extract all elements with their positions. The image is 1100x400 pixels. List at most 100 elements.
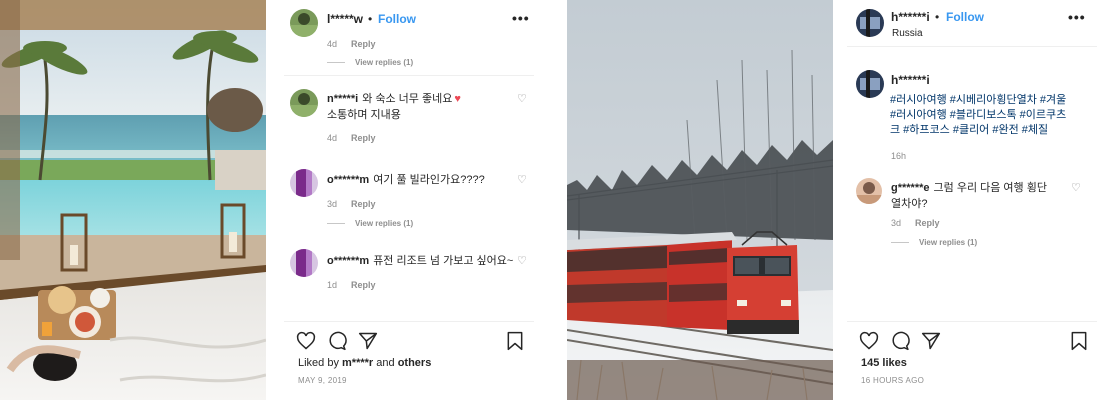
post-image-resort[interactable] — [0, 0, 266, 400]
resort-photo — [0, 0, 266, 400]
divider — [847, 46, 1097, 47]
post-location[interactable]: Russia — [892, 28, 923, 39]
view-replies-label: View replies (1) — [355, 219, 414, 228]
comment-text: g******e 그럼 우리 다음 여행 횡단 열차야? — [891, 180, 1056, 212]
separator-dot: • — [368, 12, 373, 26]
like-comment-heart-icon[interactable]: ♡ — [517, 92, 527, 105]
comment-meta: 1d Reply — [327, 280, 376, 290]
comment-text: o******m 퓨전 리조트 넘 가보고 싶어요~ — [327, 253, 517, 269]
like-comment-heart-icon[interactable]: ♡ — [1071, 181, 1081, 194]
comment-text: o******m 여기 풀 빌라인가요???? — [327, 172, 507, 188]
post-date: MAY 9, 2019 — [298, 376, 347, 385]
reply-button[interactable]: Reply — [351, 199, 376, 209]
comment-username[interactable]: g******e — [891, 182, 930, 194]
replies-line — [891, 242, 909, 244]
comment-time: 4d — [327, 133, 338, 143]
comment-meta: 4d Reply — [327, 133, 376, 143]
reply-button[interactable]: Reply — [351, 39, 376, 49]
post-date: 16 HOURS AGO — [861, 376, 925, 385]
train-photo — [567, 0, 833, 400]
post-panel-right: h******i • Follow Russia ••• h******i #러… — [833, 0, 1100, 400]
post-author-username[interactable]: h******i — [891, 10, 930, 24]
red-heart-emoji: ♥ — [454, 93, 461, 105]
comment-time: 3d — [891, 218, 902, 228]
avatar-image — [290, 249, 318, 277]
liked-by-and: and — [373, 357, 398, 369]
save-button[interactable] — [505, 331, 525, 356]
comment-username[interactable]: o******m — [327, 174, 369, 186]
save-button[interactable] — [1069, 331, 1089, 356]
follow-button[interactable]: Follow — [378, 12, 416, 26]
comment-button[interactable] — [890, 331, 910, 356]
like-comment-heart-icon[interactable]: ♡ — [517, 254, 527, 267]
comment-time: 4d — [327, 39, 338, 49]
avatar[interactable] — [290, 9, 318, 37]
divider — [284, 75, 534, 76]
caption-hashtags[interactable]: #러시아여행 #시베리아횡단열차 #겨울 #러시아여행 #블라디보스톡 #이르쿠… — [890, 93, 1075, 138]
comment-username[interactable]: n*****i — [327, 93, 358, 105]
avatar-image — [856, 70, 884, 98]
post-panel-left: l*****w • Follow ••• 4d Reply View replie… — [266, 0, 550, 400]
comment-icon — [892, 331, 910, 351]
comment-meta: 4d Reply — [327, 39, 376, 49]
avatar[interactable] — [856, 70, 884, 98]
caption-username[interactable]: h******i — [891, 73, 930, 87]
comment-meta: 3d Reply — [891, 218, 940, 228]
view-replies-button[interactable]: View replies (1) — [891, 238, 977, 247]
divider — [847, 321, 1097, 322]
avatar[interactable] — [856, 178, 882, 204]
post-image-train[interactable] — [567, 0, 833, 400]
avatar[interactable] — [290, 249, 318, 277]
share-button[interactable] — [921, 331, 941, 356]
view-replies-label: View replies (1) — [919, 238, 978, 247]
replies-line — [327, 62, 345, 64]
comment-body: 여기 풀 빌라인가요???? — [373, 174, 485, 186]
share-icon — [921, 332, 941, 350]
reply-button[interactable]: Reply — [351, 280, 376, 290]
avatar-image — [290, 169, 318, 197]
separator-dot: • — [935, 10, 940, 24]
reply-button[interactable]: Reply — [915, 218, 940, 228]
heart-icon — [296, 331, 316, 350]
comment-time: 3d — [327, 199, 338, 209]
avatar[interactable] — [290, 89, 318, 117]
share-button[interactable] — [358, 331, 378, 356]
comment-button[interactable] — [327, 331, 347, 356]
liked-by-username[interactable]: m****r — [342, 357, 373, 369]
view-replies-button[interactable]: View replies (1) — [327, 58, 413, 67]
comment-time: 1d — [327, 280, 338, 290]
caption-time: 16h — [891, 151, 907, 161]
reply-button[interactable]: Reply — [351, 133, 376, 143]
heart-icon — [859, 331, 879, 350]
more-options-icon[interactable]: ••• — [512, 10, 530, 26]
avatar-image — [856, 178, 882, 204]
comment-body: 퓨전 리조트 넘 가보고 싶어요~ — [373, 255, 514, 267]
comment-body: 와 숙소 너무 좋네요 — [362, 93, 453, 105]
avatar-image — [290, 9, 318, 37]
like-button[interactable] — [296, 331, 316, 356]
post-author-username[interactable]: l*****w — [327, 12, 363, 26]
bookmark-icon — [507, 331, 523, 351]
bookmark-icon — [1071, 331, 1087, 351]
share-icon — [358, 332, 378, 350]
liked-by-others[interactable]: others — [398, 357, 432, 369]
comment-icon — [329, 331, 347, 351]
avatar-image — [856, 9, 884, 37]
replies-line — [327, 223, 345, 225]
avatar-image — [290, 89, 318, 117]
likes-count[interactable]: 145 likes — [861, 357, 907, 369]
avatar[interactable] — [290, 169, 318, 197]
comment-meta: 3d Reply — [327, 199, 376, 209]
like-button[interactable] — [859, 331, 879, 356]
comment-username[interactable]: o******m — [327, 255, 369, 267]
follow-button[interactable]: Follow — [946, 10, 984, 24]
avatar[interactable] — [856, 9, 884, 37]
view-replies-button[interactable]: View replies (1) — [327, 219, 413, 228]
comment-body-line2: 소통하며 지내용 — [327, 109, 401, 121]
like-comment-heart-icon[interactable]: ♡ — [517, 173, 527, 186]
liked-by-prefix: Liked by — [298, 357, 343, 369]
likes-summary: Liked by m****r and others — [298, 357, 431, 369]
comment-text: n*****i 와 숙소 너무 좋네요 ♥ 소통하며 지내용 — [327, 91, 507, 123]
view-replies-label: View replies (1) — [355, 58, 414, 67]
more-options-icon[interactable]: ••• — [1068, 9, 1086, 25]
